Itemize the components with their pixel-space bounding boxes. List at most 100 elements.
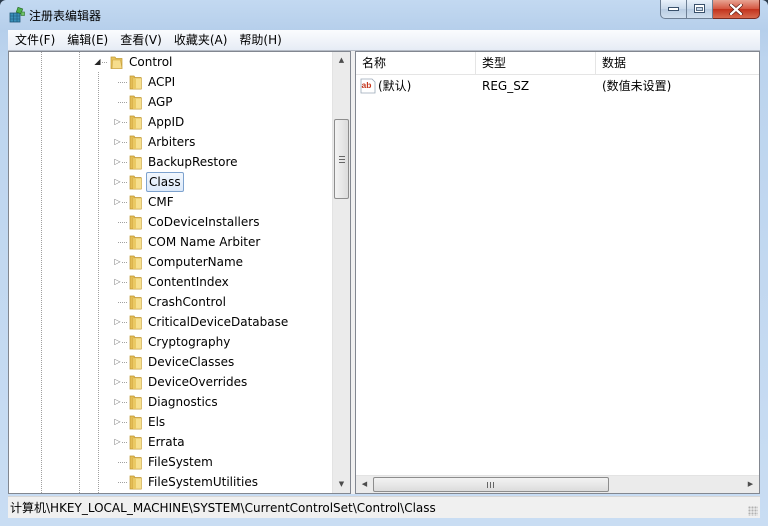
menu-view[interactable]: 查看(V) [114, 30, 168, 50]
tree-connector [118, 222, 127, 223]
tree-node-agp[interactable]: AGP [9, 92, 334, 112]
tree-vertical-scrollbar[interactable]: ▲ ▼ [332, 52, 350, 493]
collapse-triangle-icon[interactable]: ◢ [93, 57, 102, 67]
expand-triangle-icon[interactable]: ▷ [113, 317, 122, 327]
tree-node-cryptography[interactable]: ▷ Cryptography [9, 332, 334, 352]
maximize-button[interactable] [687, 0, 713, 19]
tree-node-acpi[interactable]: ACPI [9, 72, 334, 92]
tree-connector [122, 442, 127, 443]
expand-triangle-icon[interactable]: ▷ [113, 257, 122, 267]
menu-file[interactable]: 文件(F) [8, 30, 61, 50]
maximize-icon [694, 4, 705, 13]
folder-icon [129, 195, 142, 210]
column-header-data[interactable]: 数据 [596, 52, 759, 74]
tree-node-label: Diagnostics [148, 395, 218, 409]
selected-tree-node-label: Class [146, 172, 184, 192]
expand-triangle-icon[interactable]: ▷ [113, 357, 122, 367]
expand-triangle-icon[interactable]: ▷ [113, 137, 122, 147]
tree-node-deviceoverrides[interactable]: ▷ DeviceOverrides [9, 372, 334, 392]
registry-values-list[interactable]: 名称 类型 数据 ab (默认) REG_SZ (数值未设置) ◀ ▶ [355, 51, 760, 494]
list-row[interactable]: ab (默认) REG_SZ (数值未设置) [356, 76, 759, 96]
expand-triangle-icon[interactable]: ▷ [113, 277, 122, 287]
resize-grip-icon[interactable] [748, 506, 758, 516]
minimize-button[interactable] [660, 0, 687, 19]
folder-icon [129, 135, 142, 150]
tree-node-codeviceinstallers[interactable]: CoDeviceInstallers [9, 212, 334, 232]
tree-scroll-thumb[interactable] [334, 119, 349, 199]
tree-connector [102, 62, 107, 63]
window-title: 注册表编辑器 [29, 9, 102, 23]
tree-node-filesystem[interactable]: FileSystem [9, 452, 334, 472]
close-button[interactable] [713, 0, 760, 19]
expand-triangle-icon[interactable]: ▷ [113, 197, 122, 207]
main-area: ◢ Control ACPI AGP ▷ AppID ▷ Arbiters ▷ BackupR… [8, 51, 760, 494]
title-bar[interactable]: 注册表编辑器 [0, 0, 768, 30]
tree-node-computername[interactable]: ▷ ComputerName [9, 252, 334, 272]
tree-node-filesystemutilities[interactable]: FileSystemUtilities [9, 472, 334, 492]
tree-node-errata[interactable]: ▷ Errata [9, 432, 334, 452]
expand-triangle-icon[interactable]: ▷ [113, 377, 122, 387]
tree-node-class[interactable]: ▷ Class [9, 172, 334, 192]
expand-triangle-icon[interactable]: ▷ [113, 117, 122, 127]
tree-node-label: DeviceOverrides [148, 375, 248, 389]
tree-node-label: CriticalDeviceDatabase [148, 315, 289, 329]
folder-icon [129, 175, 142, 190]
tree-node-com-name-arbiter[interactable]: COM Name Arbiter [9, 232, 334, 252]
list-header: 名称 类型 数据 [356, 52, 759, 75]
expand-triangle-icon[interactable]: ▷ [113, 417, 122, 427]
tree-node-label: AppID [148, 115, 185, 129]
column-header-name[interactable]: 名称 [356, 52, 476, 74]
list-horizontal-scrollbar[interactable]: ◀ ▶ [356, 475, 759, 493]
tree-connector [122, 162, 127, 163]
scroll-up-arrow-icon[interactable]: ▲ [333, 52, 350, 69]
scroll-left-arrow-icon[interactable]: ◀ [356, 476, 373, 493]
folder-icon [129, 95, 142, 110]
close-icon [729, 3, 743, 15]
tree-connector [122, 142, 127, 143]
tree-node-backuprestore[interactable]: ▷ BackupRestore [9, 152, 334, 172]
tree-node-criticaldevicedatabase[interactable]: ▷ CriticalDeviceDatabase [9, 312, 334, 332]
tree-node-els[interactable]: ▷ Els [9, 412, 334, 432]
menu-favorites[interactable]: 收藏夹(A) [168, 30, 234, 50]
column-header-type[interactable]: 类型 [476, 52, 596, 74]
tree-node-crashcontrol[interactable]: CrashControl [9, 292, 334, 312]
tree-node-control[interactable]: ◢ Control [9, 52, 334, 72]
tree-node-contentindex[interactable]: ▷ ContentIndex [9, 272, 334, 292]
value-type: REG_SZ [482, 79, 530, 93]
grip-icon [339, 156, 345, 163]
expand-triangle-icon[interactable]: ▷ [113, 177, 122, 187]
menu-bar: 文件(F) 编辑(E) 查看(V) 收藏夹(A) 帮助(H) [8, 30, 760, 51]
tree-node-label: Control [129, 55, 173, 69]
expand-triangle-icon[interactable]: ▷ [113, 337, 122, 347]
scroll-right-arrow-icon[interactable]: ▶ [742, 476, 759, 493]
tree-node-cmf[interactable]: ▷ CMF [9, 192, 334, 212]
tree-node-label: Errata [148, 435, 185, 449]
tree-connector [122, 322, 127, 323]
tree-connector [122, 362, 127, 363]
registry-key-tree[interactable]: ◢ Control ACPI AGP ▷ AppID ▷ Arbiters ▷ BackupR… [8, 51, 351, 494]
tree-connector [122, 422, 127, 423]
menu-edit[interactable]: 编辑(E) [61, 30, 114, 50]
tree-connector [118, 462, 127, 463]
tree-node-diagnostics[interactable]: ▷ Diagnostics [9, 392, 334, 412]
tree-node-label: FileSystemUtilities [148, 475, 258, 489]
minimize-icon [668, 6, 679, 11]
tree-viewport: ◢ Control ACPI AGP ▷ AppID ▷ Arbiters ▷ BackupR… [9, 52, 334, 493]
expand-triangle-icon[interactable]: ▷ [113, 157, 122, 167]
regedit-app-icon [9, 6, 25, 23]
expand-triangle-icon[interactable]: ▷ [113, 437, 122, 447]
registry-editor-window: 注册表编辑器 文件(F) 编辑(E) 查看(V) 收藏夹(A) 帮助(H) ◢ … [0, 0, 768, 526]
svg-text:ab: ab [362, 80, 372, 90]
tree-node-appid[interactable]: ▷ AppID [9, 112, 334, 132]
list-scroll-thumb[interactable] [373, 477, 609, 492]
tree-node-label: ComputerName [148, 255, 244, 269]
expand-triangle-icon[interactable]: ▷ [113, 397, 122, 407]
tree-connector [118, 482, 127, 483]
folder-icon [129, 335, 142, 350]
window-controls [660, 0, 760, 20]
tree-node-label: ContentIndex [148, 275, 229, 289]
menu-help[interactable]: 帮助(H) [233, 30, 287, 50]
tree-node-deviceclasses[interactable]: ▷ DeviceClasses [9, 352, 334, 372]
tree-node-arbiters[interactable]: ▷ Arbiters [9, 132, 334, 152]
scroll-down-arrow-icon[interactable]: ▼ [333, 476, 350, 493]
